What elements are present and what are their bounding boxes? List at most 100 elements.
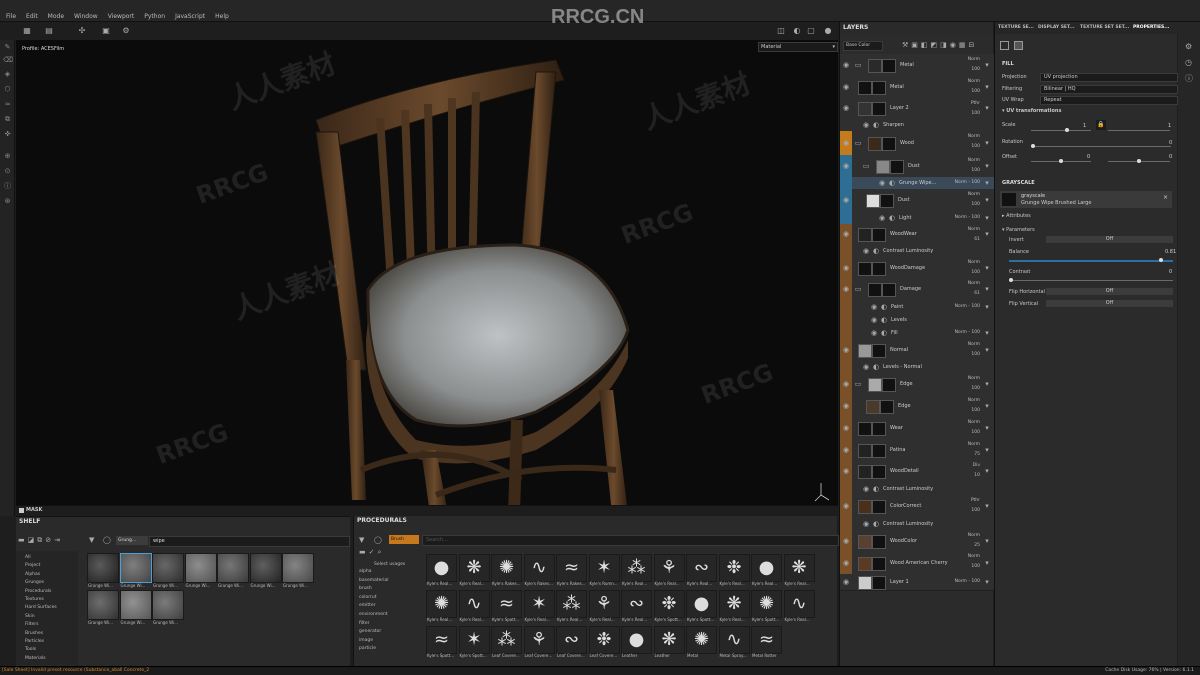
- shelf-category[interactable]: Brushes: [25, 631, 43, 636]
- layer-blend-mode[interactable]: Norm: [968, 552, 980, 562]
- eye-icon[interactable]: ◉: [842, 402, 850, 410]
- folder-icon[interactable]: ▭: [854, 380, 862, 388]
- layer-blend-mode[interactable]: Norm: [968, 77, 980, 87]
- shelf-category[interactable]: Project: [25, 563, 40, 568]
- shelf-category[interactable]: Hard Surfaces: [25, 605, 57, 610]
- eye-icon[interactable]: ◉: [842, 578, 850, 586]
- chevron-down-icon[interactable]: ▾: [983, 537, 991, 545]
- rotation-slider[interactable]: [1031, 146, 1171, 147]
- eye-icon[interactable]: ◉: [842, 162, 850, 170]
- chevron-down-icon[interactable]: ▾: [983, 139, 991, 147]
- layer-thumbnail[interactable]: [858, 343, 872, 358]
- shelf-category[interactable]: Textures: [25, 597, 44, 602]
- eye-icon[interactable]: ◉: [842, 424, 850, 432]
- layer-blend-mode[interactable]: Norm: [968, 132, 980, 142]
- layer-blend-mode[interactable]: Norm: [955, 180, 967, 185]
- eye-icon[interactable]: ◉: [842, 264, 850, 272]
- procedural-resource-thumb[interactable]: ●: [621, 626, 652, 654]
- usage-item[interactable]: filter: [359, 621, 369, 626]
- procedural-resource-thumb[interactable]: ❋: [653, 626, 685, 654]
- mask-thumbnail[interactable]: [882, 378, 896, 392]
- settings-icon[interactable]: ⚙: [120, 26, 132, 36]
- shelf-resource-thumb[interactable]: [152, 553, 184, 583]
- layer-opacity[interactable]: 100: [968, 268, 980, 278]
- layer-row[interactable]: ◉ Metal Norm 100 ▾: [840, 76, 994, 99]
- mask-thumbnail[interactable]: [880, 194, 894, 208]
- procedural-resource-thumb[interactable]: ❉: [588, 626, 620, 654]
- screenshot-icon[interactable]: ▢: [805, 26, 817, 36]
- chevron-down-icon[interactable]: ▾: [983, 230, 991, 238]
- contrast-slider[interactable]: [1009, 280, 1173, 281]
- procedural-resource-thumb[interactable]: ∿: [718, 626, 750, 654]
- procedurals-filter-tag[interactable]: Brush: [389, 535, 419, 544]
- usage-toolbar-icons[interactable]: ▬✓⌕: [359, 548, 384, 557]
- mask-toggle-icon[interactable]: [19, 508, 24, 513]
- measure-tool-icon[interactable]: ⊙: [3, 167, 12, 176]
- layer-opacity[interactable]: 100: [968, 200, 980, 210]
- layer-row[interactable]: ◉ WoodColor Norm 25 ▾: [840, 530, 994, 552]
- procedural-resource-thumb[interactable]: ⚘: [523, 626, 555, 654]
- layer-row[interactable]: ◉ Wear Norm 100 ▾: [840, 417, 994, 440]
- shelf-filter-tag[interactable]: Grung...: [116, 536, 148, 545]
- tab-texture-set[interactable]: TEXTURE SE...: [998, 25, 1034, 30]
- procedural-resource-thumb[interactable]: ✺: [491, 554, 522, 582]
- menu-item[interactable]: Edit: [21, 0, 43, 22]
- filter-icon[interactable]: ▼: [89, 536, 94, 544]
- layer-opacity[interactable]: 100: [968, 142, 980, 152]
- usage-item[interactable]: basematerial: [359, 578, 389, 583]
- layer-row[interactable]: ◉ ColorCorrect Pthr 100 ▾: [840, 495, 994, 518]
- chevron-down-icon[interactable]: ▾: [983, 559, 991, 567]
- shelf-search-input[interactable]: wipe: [149, 536, 350, 547]
- picker-tool-icon[interactable]: ✜: [3, 130, 12, 139]
- procedural-resource-thumb[interactable]: ∿: [783, 590, 815, 618]
- layer-thumbnail[interactable]: [868, 137, 882, 151]
- layer-opacity[interactable]: 100: [968, 384, 980, 394]
- layer-thumbnail[interactable]: [866, 400, 880, 414]
- shelf-category[interactable]: Filters: [25, 622, 39, 627]
- procedural-resource-thumb[interactable]: ✺: [751, 590, 782, 618]
- eye-icon[interactable]: ◉: [878, 179, 886, 187]
- shelf-resource-thumb[interactable]: [119, 553, 152, 583]
- mask-thumbnail[interactable]: [872, 343, 886, 358]
- layer-blend-mode[interactable]: Norm: [968, 190, 980, 200]
- brush-tool-icon[interactable]: ✎: [3, 43, 12, 52]
- lock-icon[interactable]: 🔒: [1096, 120, 1106, 130]
- chevron-down-icon[interactable]: ▾: [983, 214, 991, 222]
- menu-item[interactable]: Mode: [43, 0, 69, 22]
- layer-row[interactable]: ◉ Layer 1 Norm - 100 ▾: [840, 574, 994, 591]
- eye-icon[interactable]: ◉: [870, 316, 878, 324]
- layer-blend-mode[interactable]: Norm: [968, 440, 980, 450]
- shelf-resource-thumb[interactable]: [152, 590, 184, 620]
- chevron-down-icon[interactable]: ▾: [983, 83, 991, 91]
- eye-icon[interactable]: ◉: [842, 467, 850, 475]
- procedural-resource-thumb[interactable]: ≈: [751, 626, 782, 654]
- grid-view-icon[interactable]: ▦: [21, 26, 33, 36]
- layer-opacity[interactable]: 100: [968, 166, 980, 176]
- layer-effect-row[interactable]: ◉ ◐ Paint Norm - 100 ▾: [840, 300, 994, 314]
- menu-item[interactable]: Help: [210, 0, 234, 22]
- procedural-resource-thumb[interactable]: ∾: [686, 554, 717, 582]
- light-icon[interactable]: ◐: [791, 26, 803, 36]
- projection-select[interactable]: UV projection: [1040, 73, 1178, 82]
- procedurals-search-input[interactable]: Search...: [422, 535, 839, 546]
- layer-row[interactable]: ◉ WoodWear Norm 61 ▾: [840, 224, 994, 245]
- menu-item[interactable]: File: [1, 0, 21, 22]
- shelf-category[interactable]: Tools: [25, 647, 36, 652]
- layer-opacity[interactable]: 100: [971, 579, 980, 584]
- chevron-down-icon[interactable]: ▾: [983, 179, 991, 187]
- procedural-resource-thumb[interactable]: ❋: [783, 554, 815, 582]
- procedural-resource-thumb[interactable]: ⁂: [491, 626, 522, 654]
- procedural-resource-thumb[interactable]: ✶: [523, 590, 555, 618]
- layer-effect-row[interactable]: ◉ ◐ Contrast Luminosity: [840, 482, 994, 496]
- menu-item[interactable]: Python: [139, 0, 170, 22]
- procedural-resource-thumb[interactable]: ❉: [718, 554, 750, 582]
- layer-blend-mode[interactable]: Norm: [968, 396, 980, 406]
- symmetry-icon[interactable]: ✣: [76, 26, 88, 36]
- offset-knob[interactable]: [1059, 159, 1063, 163]
- procedural-resource-thumb[interactable]: ∿: [458, 590, 490, 618]
- procedural-resource-thumb[interactable]: ❉: [653, 590, 685, 618]
- menu-item[interactable]: Window: [69, 0, 103, 22]
- usage-item[interactable]: image: [359, 638, 373, 643]
- layer-opacity[interactable]: 100: [971, 330, 980, 335]
- usage-item[interactable]: colorrut: [359, 595, 376, 600]
